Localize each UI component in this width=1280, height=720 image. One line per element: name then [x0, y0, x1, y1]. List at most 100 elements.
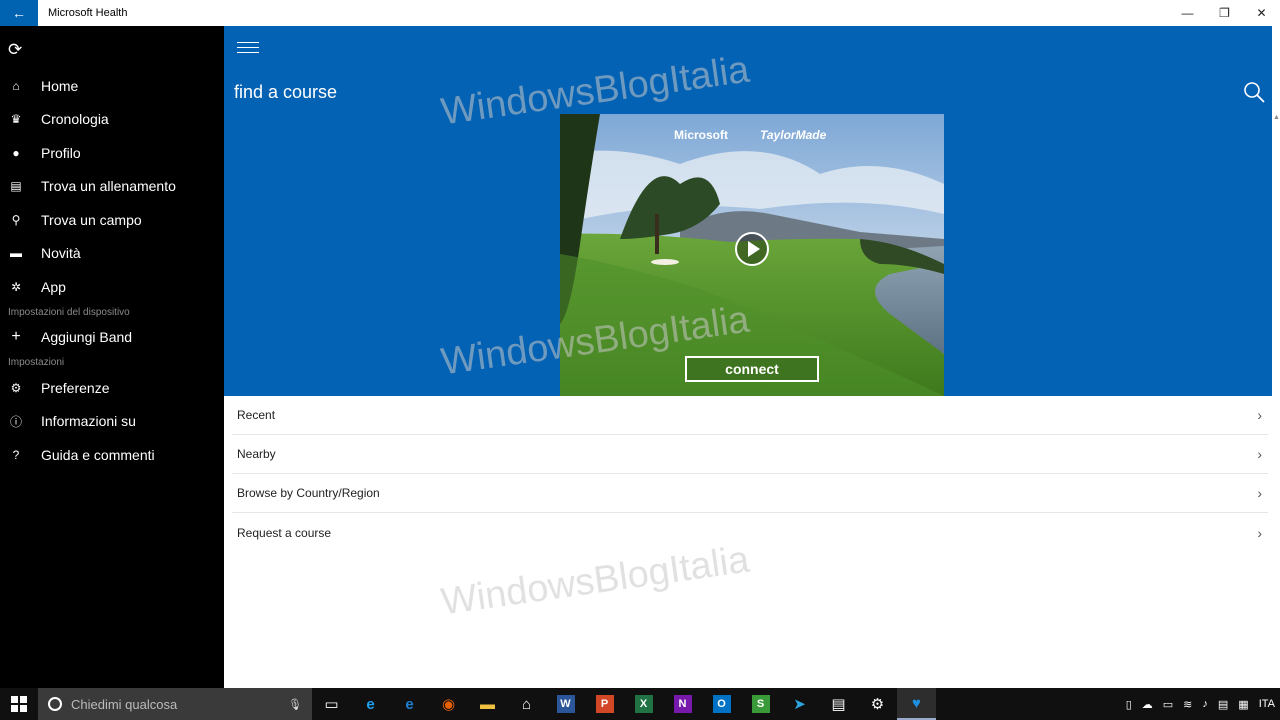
microsoft-logo: Microsoft — [674, 128, 728, 142]
list-item-recent[interactable]: Recent › — [232, 396, 1268, 435]
keyboard-icon[interactable]: ▦ — [1238, 698, 1248, 711]
search-placeholder: Chiedimi qualcosa — [71, 696, 178, 712]
list-item-browse-country[interactable]: Browse by Country/Region › — [232, 474, 1268, 513]
list-item-nearby[interactable]: Nearby › — [232, 435, 1268, 474]
sidebar-item-aggiungi-band[interactable]: + Aggiungi Band — [0, 322, 224, 352]
taylormade-logo: TaylorMade — [760, 128, 827, 142]
onenote-icon[interactable]: N — [663, 688, 702, 720]
sidebar-item-label: Trova un allenamento — [41, 178, 176, 194]
notifications-icon[interactable]: ▤ — [1218, 698, 1228, 711]
language-indicator[interactable]: ITA — [1259, 698, 1275, 710]
window-controls: — ❐ ✕ — [1169, 0, 1280, 26]
list-item-label: Request a course — [237, 525, 332, 540]
health-icon[interactable]: ♥ — [897, 688, 936, 720]
connect-button[interactable]: connect — [685, 356, 819, 382]
excel-icon[interactable]: X — [624, 688, 663, 720]
sidebar-item-app[interactable]: ✲ App — [0, 272, 224, 302]
wifi-icon[interactable]: ≋ — [1183, 698, 1192, 711]
list-item-label: Nearby — [237, 447, 276, 461]
list-item-label: Recent — [237, 408, 276, 422]
system-tray: ▯ ☁ ▭ ≋ ♪ ▤ ▦ ITA — [1121, 688, 1280, 720]
sidebar-item-cronologia[interactable]: ♛ Cronologia — [0, 104, 224, 134]
play-icon — [748, 241, 760, 257]
back-arrow-icon: ← — [12, 5, 26, 21]
telegram-glyph: ➤ — [793, 696, 806, 713]
sidebar-item-novita[interactable]: ▬ Novità — [0, 238, 224, 268]
sway-icon[interactable]: S — [741, 688, 780, 720]
sidebar-item-trova-campo[interactable]: ⚲ Trova un campo — [0, 205, 224, 235]
settings-icon[interactable]: ⚙ — [858, 688, 897, 720]
main-content: find a course Microsoft TaylorMade conne… — [224, 26, 1272, 688]
sidebar-item-label: Profilo — [41, 145, 81, 161]
powerpoint-glyph: P — [595, 695, 614, 713]
gear-icon: ⚙ — [10, 381, 22, 395]
battery-icon[interactable]: ▯ — [1126, 698, 1132, 711]
plus-icon: + — [11, 328, 21, 345]
chevron-right-icon: › — [1257, 407, 1262, 423]
chevron-right-icon: › — [1257, 524, 1262, 541]
sway-glyph: S — [751, 695, 770, 713]
taskbar-apps: ▭ e e ◉ ▬ ⌂ W P X N O S ➤ ▤ ⚙ ♥ — [312, 688, 936, 720]
window-title: Microsoft Health — [48, 7, 128, 19]
task-view-icon[interactable]: ▭ — [312, 688, 351, 720]
device-icon[interactable]: ▭ — [1163, 698, 1173, 711]
sidebar-item-informazioni[interactable]: ⓘ Informazioni su — [0, 406, 224, 436]
title-bar: ← Microsoft Health — ❐ ✕ — [0, 0, 1280, 26]
edge-icon[interactable]: e — [390, 688, 429, 720]
sidebar-item-preferenze[interactable]: ⚙ Preferenze — [0, 373, 224, 403]
sidebar-item-label: Cronologia — [41, 111, 109, 127]
course-options-list: Recent › Nearby › Browse by Country/Regi… — [224, 396, 1272, 552]
scrollbar[interactable]: ▲ — [1272, 26, 1280, 688]
cloud-icon[interactable]: ☁ — [1142, 698, 1153, 711]
back-button[interactable]: ← — [0, 0, 38, 26]
word-icon[interactable]: W — [546, 688, 585, 720]
store-icon[interactable]: ⌂ — [507, 688, 546, 720]
home-icon: ⌂ — [12, 79, 20, 93]
sidebar-item-label: App — [41, 279, 66, 295]
close-button[interactable]: ✕ — [1243, 0, 1280, 26]
taskbar: Chiedimi qualcosa 🎙 ▭ e e ◉ ▬ ⌂ W P X N O S ➤ ▤ ⚙ ♥ ▯ ☁… — [0, 688, 1280, 720]
store-glyph: ⌂ — [521, 695, 532, 713]
search-icon[interactable] — [1242, 80, 1266, 104]
file-explorer-glyph: ▬ — [480, 695, 495, 713]
internet-explorer-icon[interactable]: e — [351, 688, 390, 720]
microphone-icon[interactable]: 🎙 — [288, 698, 302, 711]
sidebar-item-label: Home — [41, 78, 79, 94]
outlook-glyph: O — [712, 695, 731, 713]
settings-heading: Impostazioni — [8, 357, 65, 368]
word-glyph: W — [556, 695, 575, 713]
golf-tee-icon: ⚲ — [11, 213, 21, 227]
chevron-right-icon: › — [1257, 485, 1262, 501]
start-button[interactable] — [0, 688, 38, 720]
sidebar-item-label: Guida e commenti — [41, 447, 155, 463]
page-header: find a course Microsoft TaylorMade conne… — [224, 26, 1272, 396]
search-box[interactable]: Chiedimi qualcosa 🎙 — [38, 688, 312, 720]
firefox-glyph: ◉ — [441, 696, 456, 713]
sync-icon[interactable]: ⟳ — [8, 40, 22, 60]
sidebar-item-label: Informazioni su — [41, 413, 136, 429]
minimize-button[interactable]: — — [1169, 0, 1206, 26]
sidebar-item-trova-allenamento[interactable]: ▤ Trova un allenamento — [0, 171, 224, 201]
sidebar-item-guida[interactable]: ? Guida e commenti — [0, 440, 224, 470]
scroll-up-icon[interactable]: ▲ — [1273, 114, 1280, 121]
news-glyph: ▤ — [831, 696, 846, 713]
internet-explorer-glyph: e — [366, 695, 375, 713]
restore-button[interactable]: ❐ — [1206, 0, 1243, 26]
sidebar-item-label: Trova un campo — [41, 212, 142, 228]
sidebar-item-label: Aggiungi Band — [41, 329, 133, 345]
health-glyph: ♥ — [912, 694, 921, 712]
powerpoint-icon[interactable]: P — [585, 688, 624, 720]
telegram-icon[interactable]: ➤ — [780, 688, 819, 720]
news-icon[interactable]: ▤ — [819, 688, 858, 720]
hamburger-menu-icon[interactable] — [237, 42, 259, 58]
list-item-request-course[interactable]: Request a course › — [232, 513, 1268, 552]
course-banner[interactable]: Microsoft TaylorMade connect — [560, 114, 944, 396]
outlook-icon[interactable]: O — [702, 688, 741, 720]
sidebar-item-home[interactable]: ⌂ Home — [0, 71, 224, 101]
volume-icon[interactable]: ♪ — [1202, 698, 1208, 710]
file-explorer-icon[interactable]: ▬ — [468, 688, 507, 720]
firefox-icon[interactable]: ◉ — [429, 688, 468, 720]
sidebar-item-label: Preferenze — [41, 380, 110, 396]
sidebar-item-profilo[interactable]: ● Profilo — [0, 138, 224, 168]
play-video-button[interactable] — [735, 232, 769, 266]
